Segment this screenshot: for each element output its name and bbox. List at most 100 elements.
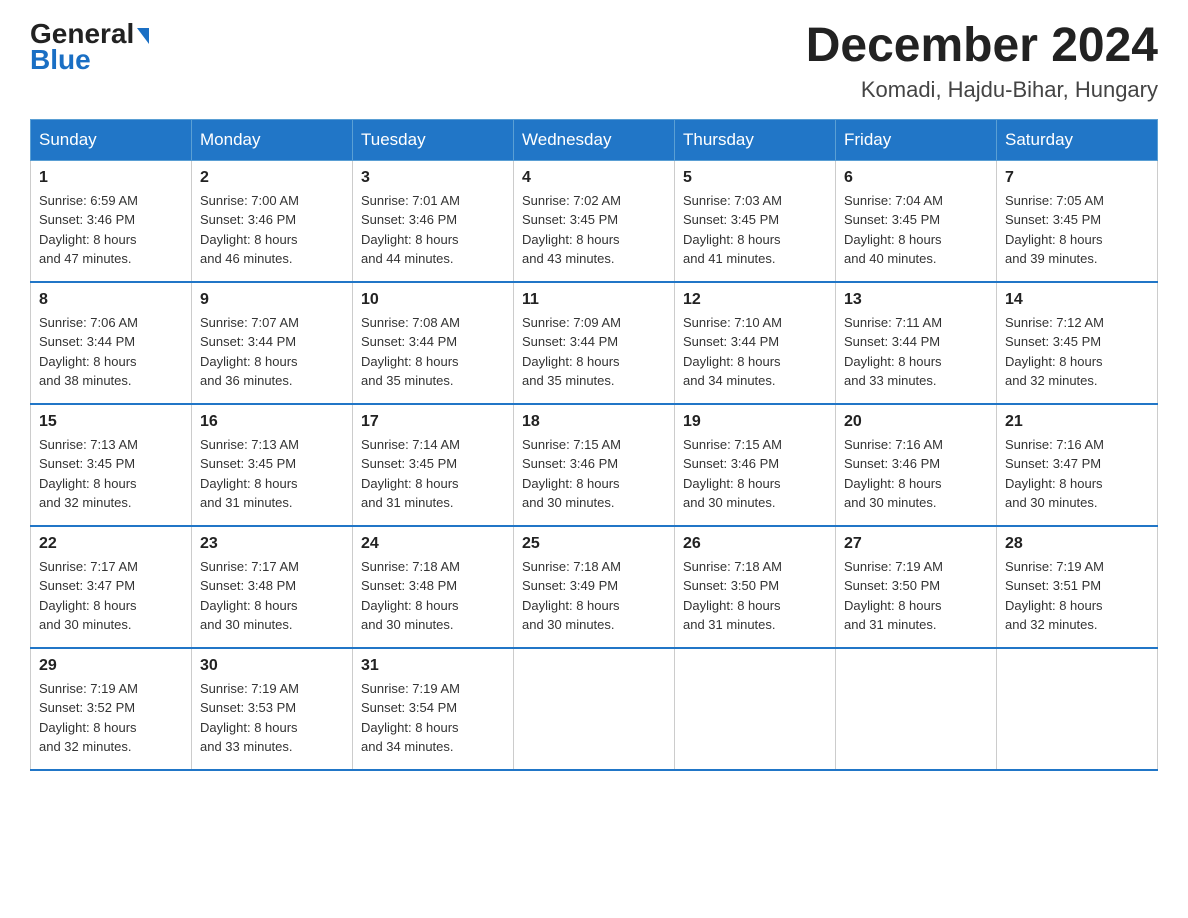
day-info: Sunrise: 7:14 AM Sunset: 3:45 PM Dayligh… [361,435,505,513]
day-info: Sunrise: 7:19 AM Sunset: 3:51 PM Dayligh… [1005,557,1149,635]
day-info: Sunrise: 7:19 AM Sunset: 3:52 PM Dayligh… [39,679,183,757]
day-number: 7 [1005,169,1149,187]
day-info: Sunrise: 7:02 AM Sunset: 3:45 PM Dayligh… [522,191,666,269]
header-friday: Friday [836,119,997,160]
day-number: 24 [361,535,505,553]
month-title: December 2024 [806,20,1158,73]
day-info: Sunrise: 7:15 AM Sunset: 3:46 PM Dayligh… [522,435,666,513]
day-info: Sunrise: 7:17 AM Sunset: 3:48 PM Dayligh… [200,557,344,635]
header-sunday: Sunday [31,119,192,160]
day-number: 13 [844,291,988,309]
day-number: 26 [683,535,827,553]
day-info: Sunrise: 7:15 AM Sunset: 3:46 PM Dayligh… [683,435,827,513]
day-info: Sunrise: 7:10 AM Sunset: 3:44 PM Dayligh… [683,313,827,391]
table-row: 20 Sunrise: 7:16 AM Sunset: 3:46 PM Dayl… [836,404,997,526]
day-number: 22 [39,535,183,553]
day-info: Sunrise: 7:18 AM Sunset: 3:48 PM Dayligh… [361,557,505,635]
location-title: Komadi, Hajdu-Bihar, Hungary [806,77,1158,103]
day-info: Sunrise: 6:59 AM Sunset: 3:46 PM Dayligh… [39,191,183,269]
day-info: Sunrise: 7:03 AM Sunset: 3:45 PM Dayligh… [683,191,827,269]
table-row: 13 Sunrise: 7:11 AM Sunset: 3:44 PM Dayl… [836,282,997,404]
table-row: 31 Sunrise: 7:19 AM Sunset: 3:54 PM Dayl… [353,648,514,770]
day-number: 16 [200,413,344,431]
day-number: 4 [522,169,666,187]
table-row [675,648,836,770]
table-row: 14 Sunrise: 7:12 AM Sunset: 3:45 PM Dayl… [997,282,1158,404]
day-number: 10 [361,291,505,309]
day-number: 18 [522,413,666,431]
day-number: 12 [683,291,827,309]
table-row: 11 Sunrise: 7:09 AM Sunset: 3:44 PM Dayl… [514,282,675,404]
day-info: Sunrise: 7:16 AM Sunset: 3:47 PM Dayligh… [1005,435,1149,513]
day-number: 17 [361,413,505,431]
table-row: 1 Sunrise: 6:59 AM Sunset: 3:46 PM Dayli… [31,160,192,282]
table-row: 9 Sunrise: 7:07 AM Sunset: 3:44 PM Dayli… [192,282,353,404]
table-row: 29 Sunrise: 7:19 AM Sunset: 3:52 PM Dayl… [31,648,192,770]
day-info: Sunrise: 7:19 AM Sunset: 3:53 PM Dayligh… [200,679,344,757]
table-row: 22 Sunrise: 7:17 AM Sunset: 3:47 PM Dayl… [31,526,192,648]
day-number: 11 [522,291,666,309]
table-row: 10 Sunrise: 7:08 AM Sunset: 3:44 PM Dayl… [353,282,514,404]
table-row: 15 Sunrise: 7:13 AM Sunset: 3:45 PM Dayl… [31,404,192,526]
table-row: 2 Sunrise: 7:00 AM Sunset: 3:46 PM Dayli… [192,160,353,282]
day-number: 8 [39,291,183,309]
header-wednesday: Wednesday [514,119,675,160]
table-row: 16 Sunrise: 7:13 AM Sunset: 3:45 PM Dayl… [192,404,353,526]
table-row: 4 Sunrise: 7:02 AM Sunset: 3:45 PM Dayli… [514,160,675,282]
day-number: 20 [844,413,988,431]
table-row: 27 Sunrise: 7:19 AM Sunset: 3:50 PM Dayl… [836,526,997,648]
header-tuesday: Tuesday [353,119,514,160]
day-number: 1 [39,169,183,187]
day-info: Sunrise: 7:18 AM Sunset: 3:50 PM Dayligh… [683,557,827,635]
day-info: Sunrise: 7:13 AM Sunset: 3:45 PM Dayligh… [200,435,344,513]
calendar-week-row: 1 Sunrise: 6:59 AM Sunset: 3:46 PM Dayli… [31,160,1158,282]
day-number: 5 [683,169,827,187]
day-number: 31 [361,657,505,675]
day-info: Sunrise: 7:16 AM Sunset: 3:46 PM Dayligh… [844,435,988,513]
day-info: Sunrise: 7:06 AM Sunset: 3:44 PM Dayligh… [39,313,183,391]
day-number: 15 [39,413,183,431]
page-header: General Blue December 2024 Komadi, Hajdu… [30,20,1158,103]
day-info: Sunrise: 7:18 AM Sunset: 3:49 PM Dayligh… [522,557,666,635]
logo-line2: Blue [30,44,91,76]
day-number: 19 [683,413,827,431]
table-row: 6 Sunrise: 7:04 AM Sunset: 3:45 PM Dayli… [836,160,997,282]
day-number: 23 [200,535,344,553]
day-info: Sunrise: 7:08 AM Sunset: 3:44 PM Dayligh… [361,313,505,391]
day-info: Sunrise: 7:12 AM Sunset: 3:45 PM Dayligh… [1005,313,1149,391]
day-info: Sunrise: 7:19 AM Sunset: 3:50 PM Dayligh… [844,557,988,635]
day-info: Sunrise: 7:00 AM Sunset: 3:46 PM Dayligh… [200,191,344,269]
table-row: 25 Sunrise: 7:18 AM Sunset: 3:49 PM Dayl… [514,526,675,648]
day-info: Sunrise: 7:17 AM Sunset: 3:47 PM Dayligh… [39,557,183,635]
day-info: Sunrise: 7:01 AM Sunset: 3:46 PM Dayligh… [361,191,505,269]
calendar-table: Sunday Monday Tuesday Wednesday Thursday… [30,119,1158,771]
table-row: 7 Sunrise: 7:05 AM Sunset: 3:45 PM Dayli… [997,160,1158,282]
day-info: Sunrise: 7:07 AM Sunset: 3:44 PM Dayligh… [200,313,344,391]
weekday-header-row: Sunday Monday Tuesday Wednesday Thursday… [31,119,1158,160]
calendar-week-row: 29 Sunrise: 7:19 AM Sunset: 3:52 PM Dayl… [31,648,1158,770]
calendar-week-row: 15 Sunrise: 7:13 AM Sunset: 3:45 PM Dayl… [31,404,1158,526]
table-row: 18 Sunrise: 7:15 AM Sunset: 3:46 PM Dayl… [514,404,675,526]
day-number: 30 [200,657,344,675]
table-row [836,648,997,770]
day-number: 2 [200,169,344,187]
day-info: Sunrise: 7:09 AM Sunset: 3:44 PM Dayligh… [522,313,666,391]
calendar-week-row: 22 Sunrise: 7:17 AM Sunset: 3:47 PM Dayl… [31,526,1158,648]
table-row: 12 Sunrise: 7:10 AM Sunset: 3:44 PM Dayl… [675,282,836,404]
day-number: 29 [39,657,183,675]
day-info: Sunrise: 7:05 AM Sunset: 3:45 PM Dayligh… [1005,191,1149,269]
table-row: 17 Sunrise: 7:14 AM Sunset: 3:45 PM Dayl… [353,404,514,526]
day-number: 9 [200,291,344,309]
table-row: 21 Sunrise: 7:16 AM Sunset: 3:47 PM Dayl… [997,404,1158,526]
table-row: 3 Sunrise: 7:01 AM Sunset: 3:46 PM Dayli… [353,160,514,282]
day-info: Sunrise: 7:11 AM Sunset: 3:44 PM Dayligh… [844,313,988,391]
day-info: Sunrise: 7:04 AM Sunset: 3:45 PM Dayligh… [844,191,988,269]
table-row: 24 Sunrise: 7:18 AM Sunset: 3:48 PM Dayl… [353,526,514,648]
table-row: 19 Sunrise: 7:15 AM Sunset: 3:46 PM Dayl… [675,404,836,526]
table-row: 26 Sunrise: 7:18 AM Sunset: 3:50 PM Dayl… [675,526,836,648]
calendar-week-row: 8 Sunrise: 7:06 AM Sunset: 3:44 PM Dayli… [31,282,1158,404]
table-row: 23 Sunrise: 7:17 AM Sunset: 3:48 PM Dayl… [192,526,353,648]
table-row [997,648,1158,770]
day-info: Sunrise: 7:19 AM Sunset: 3:54 PM Dayligh… [361,679,505,757]
table-row: 8 Sunrise: 7:06 AM Sunset: 3:44 PM Dayli… [31,282,192,404]
